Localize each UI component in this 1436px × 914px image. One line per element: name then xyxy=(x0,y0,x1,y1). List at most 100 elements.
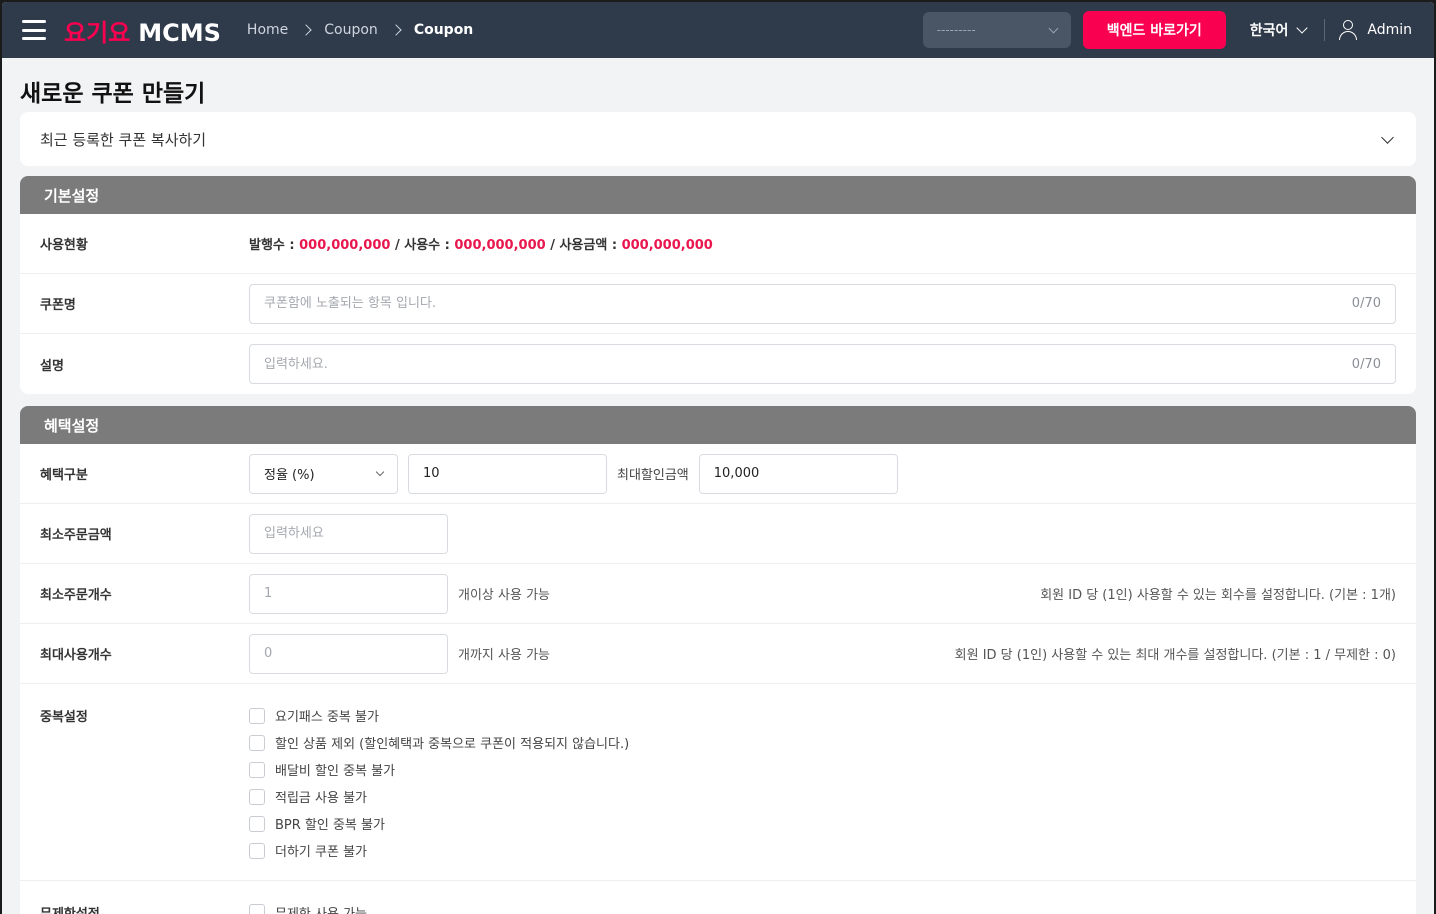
basic-settings-section: 기본설정 사용현황 발행수 : 000,000,000 / 사용수 : 000,… xyxy=(20,176,1416,394)
unlimited-settings-row: 무제한설정 무제한 사용 가능 xyxy=(20,881,1416,914)
used-label: / 사용수 : xyxy=(390,238,455,253)
dup-option-points[interactable]: 적립금 사용 불가 xyxy=(249,783,629,810)
logo[interactable]: 요기요 MCMS xyxy=(64,13,221,48)
min-order-amount-input[interactable] xyxy=(264,526,433,541)
option-label: 적립금 사용 불가 xyxy=(275,791,367,806)
menu-icon[interactable] xyxy=(22,20,46,40)
unlimited-option[interactable]: 무제한 사용 가능 xyxy=(249,903,367,914)
option-label: 무제한 사용 가능 xyxy=(275,906,367,914)
row-label: 최소주문금액 xyxy=(40,528,112,543)
chevron-down-icon xyxy=(1381,130,1394,144)
used-count: 000,000,000 xyxy=(454,238,546,253)
chevron-right-icon xyxy=(300,24,312,36)
checkbox[interactable] xyxy=(249,788,265,805)
user-menu[interactable]: Admin xyxy=(1339,20,1412,40)
coupon-name-row: 쿠폰명 0/70 xyxy=(20,274,1416,334)
store-select[interactable]: --------- xyxy=(922,12,1071,48)
max-use-input[interactable] xyxy=(264,646,433,661)
duplicate-options: 요기패스 중복 불가 할인 상품 제외 (할인혜택과 중복으로 쿠폰이 적용되지… xyxy=(249,684,629,880)
min-order-count-suffix: 개이상 사용 가능 xyxy=(458,588,550,603)
issued-count: 000,000,000 xyxy=(299,238,391,253)
section-heading: 기본설정 xyxy=(20,176,1416,214)
benefit-type-select[interactable]: 정율 (%) xyxy=(249,453,398,494)
copy-recent-coupon-accordion[interactable]: 최근 등록한 쿠폰 복사하기 xyxy=(20,112,1416,166)
benefit-type-row: 혜택구분 정율 (%) 최대할인금액 xyxy=(20,444,1416,504)
discount-rate-field[interactable] xyxy=(408,453,607,494)
row-label: 중복설정 xyxy=(40,710,88,725)
amount-label: / 사용금액 : xyxy=(545,238,622,253)
breadcrumb-current: Coupon xyxy=(413,22,474,38)
checkbox[interactable] xyxy=(249,904,265,914)
dup-option-discount-product[interactable]: 할인 상품 제외 (할인혜택과 중복으로 쿠폰이 적용되지 않습니다.) xyxy=(249,729,629,756)
min-order-count-row: 최소주문개수 개이상 사용 가능 회원 ID 당 (1인) 사용할 수 있는 회… xyxy=(20,564,1416,624)
option-label: 배달비 할인 중복 불가 xyxy=(275,764,396,779)
language-select[interactable]: 한국어 xyxy=(1249,20,1309,40)
copy-recent-coupon-label: 최근 등록한 쿠폰 복사하기 xyxy=(40,130,207,149)
chevron-right-icon xyxy=(390,24,402,36)
coupon-name-input[interactable] xyxy=(264,296,1342,311)
description-row: 설명 0/70 xyxy=(20,334,1416,394)
chevron-down-icon xyxy=(1048,23,1059,33)
app-frame: 요기요 MCMS Home Coupon Coupon --------- 백엔… xyxy=(2,2,1434,914)
benefit-settings-section: 혜택설정 혜택구분 정율 (%) 최대할인금액 최소주문금액 xyxy=(20,406,1416,914)
language-label: 한국어 xyxy=(1249,23,1289,39)
max-discount-label: 최대할인금액 xyxy=(617,468,689,483)
max-use-hint: 회원 ID 당 (1인) 사용할 수 있는 최대 개수를 설정합니다. (기본 … xyxy=(954,648,1396,663)
max-use-field[interactable] xyxy=(249,633,448,674)
benefit-type-value: 정율 (%) xyxy=(264,468,315,483)
row-label: 무제한설정 xyxy=(40,903,249,914)
max-discount-input[interactable] xyxy=(713,466,883,481)
option-label: 할인 상품 제외 (할인혜택과 중복으로 쿠폰이 적용되지 않습니다.) xyxy=(275,737,630,752)
breadcrumb-home[interactable]: Home xyxy=(247,22,288,38)
store-select-value: --------- xyxy=(936,23,976,37)
min-order-count-hint: 회원 ID 당 (1인) 사용할 수 있는 회수를 설정합니다. (기본 : 1… xyxy=(1040,588,1396,603)
dup-option-yogipass[interactable]: 요기패스 중복 불가 xyxy=(249,702,629,729)
page-title: 새로운 쿠폰 만들기 xyxy=(20,81,206,107)
chevron-down-icon xyxy=(1296,22,1309,34)
row-label: 설명 xyxy=(40,358,64,374)
row-label: 최대사용개수 xyxy=(40,648,112,663)
min-order-amount-field[interactable] xyxy=(249,513,448,554)
chevron-down-icon xyxy=(375,467,385,476)
coupon-name-field[interactable]: 0/70 xyxy=(249,283,1396,324)
checkbox[interactable] xyxy=(249,761,265,778)
header-actions: --------- 백엔드 바로가기 한국어 Admin xyxy=(922,2,1412,58)
usage-summary: 발행수 : 000,000,000 / 사용수 : 000,000,000 / … xyxy=(249,234,713,253)
checkbox[interactable] xyxy=(249,734,265,751)
user-name: Admin xyxy=(1367,22,1412,38)
user-icon xyxy=(1339,20,1358,40)
dup-option-plus-coupon[interactable]: 더하기 쿠폰 불가 xyxy=(249,837,629,864)
checkbox[interactable] xyxy=(249,815,265,832)
row-label: 최소주문개수 xyxy=(40,588,112,603)
used-amount: 000,000,000 xyxy=(621,238,713,253)
min-order-amount-row: 최소주문금액 xyxy=(20,504,1416,564)
min-order-count-field[interactable] xyxy=(249,573,448,614)
top-navigation-bar: 요기요 MCMS Home Coupon Coupon --------- 백엔… xyxy=(2,2,1434,58)
option-label: BPR 할인 중복 불가 xyxy=(275,818,385,833)
min-order-count-input[interactable] xyxy=(264,586,433,601)
main-content: 새로운 쿠폰 만들기 최근 등록한 쿠폰 복사하기 기본설정 사용현황 발행수 … xyxy=(2,58,1434,914)
logo-brand: 요기요 xyxy=(64,18,131,47)
checkbox[interactable] xyxy=(249,842,265,859)
max-use-suffix: 개까지 사용 가능 xyxy=(458,648,550,663)
logo-product: MCMS xyxy=(138,18,221,47)
checkbox[interactable] xyxy=(249,707,265,724)
discount-rate-input[interactable] xyxy=(423,466,592,481)
max-discount-field[interactable] xyxy=(698,453,898,494)
usage-row: 사용현황 발행수 : 000,000,000 / 사용수 : 000,000,0… xyxy=(20,214,1416,274)
row-label: 혜택구분 xyxy=(40,468,88,483)
dup-option-delivery-fee[interactable]: 배달비 할인 중복 불가 xyxy=(249,756,629,783)
row-label: 사용현황 xyxy=(40,238,88,253)
backend-shortcut-button[interactable]: 백엔드 바로가기 xyxy=(1082,11,1226,49)
option-label: 더하기 쿠폰 불가 xyxy=(275,845,367,860)
description-input[interactable] xyxy=(264,356,1342,372)
option-label: 요기패스 중복 불가 xyxy=(275,710,379,725)
breadcrumb: Home Coupon Coupon xyxy=(247,22,473,38)
breadcrumb-coupon[interactable]: Coupon xyxy=(324,22,378,38)
char-counter: 0/70 xyxy=(1351,296,1381,311)
max-use-row: 최대사용개수 개까지 사용 가능 회원 ID 당 (1인) 사용할 수 있는 최… xyxy=(20,624,1416,684)
dup-option-bpr[interactable]: BPR 할인 중복 불가 xyxy=(249,810,629,837)
description-field[interactable]: 0/70 xyxy=(249,344,1396,384)
issued-label: 발행수 : xyxy=(249,238,300,253)
duplicate-settings-row: 중복설정 요기패스 중복 불가 할인 상품 제외 (할인혜택과 중복으로 쿠폰이… xyxy=(20,684,1416,881)
